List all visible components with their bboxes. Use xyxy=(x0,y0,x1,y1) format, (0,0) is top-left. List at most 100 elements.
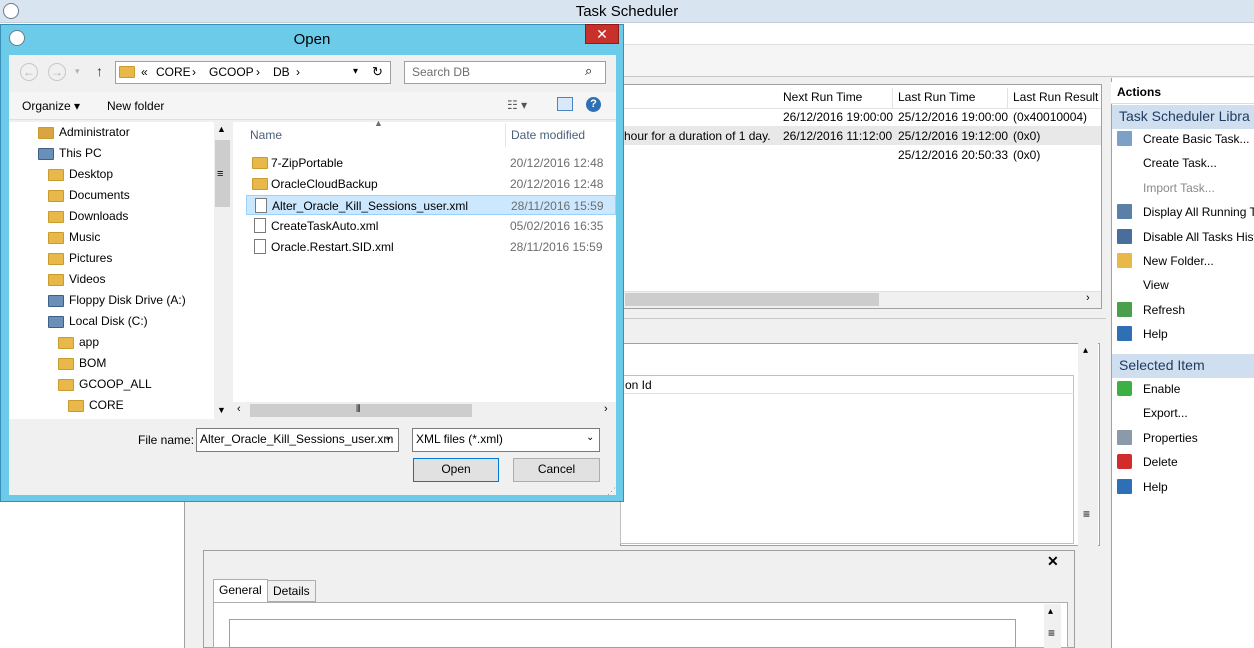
task-list[interactable]: Next Run Time Last Run Time Last Run Res… xyxy=(620,84,1102,309)
chevron-down-icon[interactable]: ⌄ xyxy=(384,432,392,443)
tree-item[interactable]: CORE xyxy=(68,397,205,416)
resize-grip-icon[interactable]: ⋰ xyxy=(607,486,616,497)
breadcrumb-gcoop[interactable]: GCOOP xyxy=(209,65,254,79)
file-list-hscroll-thumb[interactable] xyxy=(250,404,472,417)
task-last-run: 25/12/2016 19:00:00 xyxy=(898,110,1009,124)
tree-item[interactable]: app xyxy=(58,334,205,353)
tree-item[interactable]: Documents xyxy=(48,187,205,206)
column-header-name[interactable]: Name xyxy=(250,128,282,142)
tree-item[interactable]: Administrator xyxy=(38,124,205,143)
file-row[interactable]: CreateTaskAuto.xml 05/02/2016 16:35 xyxy=(246,216,616,236)
task-name-field[interactable] xyxy=(229,619,1016,648)
breadcrumb-separator[interactable]: › xyxy=(192,65,196,79)
forward-icon[interactable]: → xyxy=(48,63,66,81)
scroll-grip-icon[interactable]: ≡ xyxy=(1083,507,1090,521)
new-folder-button[interactable]: New folder xyxy=(107,99,164,113)
tree-item[interactable]: BOM xyxy=(58,355,205,374)
scroll-grip-icon[interactable]: ⦀ xyxy=(356,404,360,415)
column-header-last-run[interactable]: Last Run Time xyxy=(893,88,1008,108)
help-icon[interactable]: ? xyxy=(586,97,601,112)
chevron-down-icon[interactable]: ▾ xyxy=(353,66,358,77)
search-icon[interactable]: ⌕ xyxy=(585,63,592,79)
tree-item[interactable]: Local Disk (C:) xyxy=(48,313,205,332)
tab-general[interactable]: General xyxy=(213,579,268,603)
scroll-right-icon[interactable]: › xyxy=(1086,292,1090,304)
breadcrumb-core[interactable]: CORE xyxy=(156,65,191,79)
recent-locations-icon[interactable]: ▾ xyxy=(75,66,80,77)
file-row-selected[interactable]: Alter_Oracle_Kill_Sessions_user.xml 28/11… xyxy=(246,195,616,215)
folder-icon xyxy=(48,253,64,265)
folder-icon xyxy=(119,66,135,78)
file-row[interactable]: 7-ZipPortable 20/12/2016 12:48 xyxy=(246,153,616,173)
open-button[interactable]: Open xyxy=(413,458,499,482)
up-arrow-icon[interactable]: ↑ xyxy=(96,63,103,79)
cancel-button[interactable]: Cancel xyxy=(513,458,600,482)
action-new-folder[interactable]: New Folder... xyxy=(1117,252,1254,272)
file-type-select[interactable]: XML files (*.xml) xyxy=(412,428,600,452)
breadcrumb-separator[interactable]: › xyxy=(256,65,260,79)
library-section-header[interactable]: Task Scheduler Libra xyxy=(1112,105,1254,129)
task-list-hscroll-thumb[interactable] xyxy=(625,293,879,306)
breadcrumb-separator[interactable]: › xyxy=(296,65,300,79)
action-refresh[interactable]: Refresh xyxy=(1117,301,1254,321)
folder-icon xyxy=(1117,253,1132,268)
tree-item[interactable]: Music xyxy=(48,229,205,248)
column-header-last-result[interactable]: Last Run Result xyxy=(1008,88,1101,108)
action-enable[interactable]: Enable xyxy=(1117,380,1254,400)
trigger-table[interactable] xyxy=(620,375,1074,544)
scroll-left-icon[interactable]: ‹ xyxy=(237,403,241,415)
close-button[interactable]: ✕ xyxy=(585,24,619,44)
action-view[interactable]: View xyxy=(1117,276,1254,296)
view-options-icon[interactable]: ☷ ▾ xyxy=(507,98,527,112)
action-import-task[interactable]: Import Task... xyxy=(1117,179,1254,199)
file-row[interactable]: Oracle.Restart.SID.xml 28/11/2016 15:59 xyxy=(246,237,616,257)
action-create-task[interactable]: Create Task... xyxy=(1117,154,1254,174)
action-export[interactable]: Export... xyxy=(1117,404,1254,424)
folder-icon xyxy=(48,274,64,286)
tree-item-label: Music xyxy=(69,230,101,244)
properties-icon xyxy=(1117,429,1132,445)
tree-item[interactable]: Videos xyxy=(48,271,205,290)
scroll-grip-icon[interactable]: ≡ xyxy=(1048,626,1055,640)
tree-item[interactable]: Desktop xyxy=(48,166,205,185)
breadcrumb-overflow[interactable]: « xyxy=(141,65,148,79)
tree-item[interactable]: Floppy Disk Drive (A:) xyxy=(48,292,205,311)
refresh-icon[interactable]: ↻ xyxy=(372,64,383,80)
preview-pane-icon[interactable] xyxy=(557,97,573,111)
action-properties[interactable]: Properties xyxy=(1117,429,1254,449)
close-detail-icon[interactable]: ✕ xyxy=(1047,553,1059,570)
file-date-modified: 20/12/2016 12:48 xyxy=(510,156,604,170)
scroll-up-icon[interactable]: ▴ xyxy=(1083,345,1088,356)
breadcrumb-db[interactable]: DB xyxy=(273,65,290,79)
scroll-up-icon[interactable]: ▴ xyxy=(1048,606,1053,617)
selected-item-section-header[interactable]: Selected Item xyxy=(1112,354,1254,378)
tab-details[interactable]: Details xyxy=(267,580,316,602)
scroll-right-icon[interactable]: › xyxy=(604,403,608,415)
action-display-all-running-t[interactable]: Display All Running T xyxy=(1117,203,1254,223)
scroll-up-icon[interactable]: ▲ xyxy=(217,124,226,134)
tree-item[interactable]: Downloads xyxy=(48,208,205,227)
tree-item[interactable]: This PC xyxy=(38,145,205,164)
action-disable-all-tasks-hist[interactable]: Disable All Tasks Hist xyxy=(1117,228,1254,248)
column-header-next-run[interactable]: Next Run Time xyxy=(778,88,893,108)
trigger-column-header[interactable]: on Id xyxy=(625,378,652,392)
file-row[interactable]: OracleCloudBackup 20/12/2016 12:48 xyxy=(246,174,616,194)
tree-item[interactable]: GCOOP_ALL xyxy=(58,376,205,395)
file-name-input[interactable]: Alter_Oracle_Kill_Sessions_user.xm xyxy=(196,428,399,452)
tree-item[interactable]: Pictures xyxy=(48,250,205,269)
xml-file-icon xyxy=(255,198,267,213)
action-create-basic-task[interactable]: Create Basic Task... xyxy=(1117,130,1254,150)
xml-file-icon xyxy=(254,239,266,254)
tree-item-label: CORE xyxy=(89,398,124,412)
action-help[interactable]: Help xyxy=(1117,478,1254,498)
organize-menu[interactable]: Organize ▾ xyxy=(22,99,80,113)
scroll-grip-icon[interactable]: ≡ xyxy=(217,168,223,180)
action-help[interactable]: Help xyxy=(1117,325,1254,345)
tree-item-label: Floppy Disk Drive (A:) xyxy=(69,293,186,307)
column-header-date-modified[interactable]: Date modified xyxy=(511,128,585,142)
scroll-down-icon[interactable]: ▼ xyxy=(217,405,226,415)
chevron-down-icon[interactable]: ⌄ xyxy=(586,432,594,443)
action-label: Disable All Tasks Hist xyxy=(1143,229,1254,244)
back-icon[interactable]: ← xyxy=(20,63,38,81)
action-delete[interactable]: Delete xyxy=(1117,453,1254,473)
